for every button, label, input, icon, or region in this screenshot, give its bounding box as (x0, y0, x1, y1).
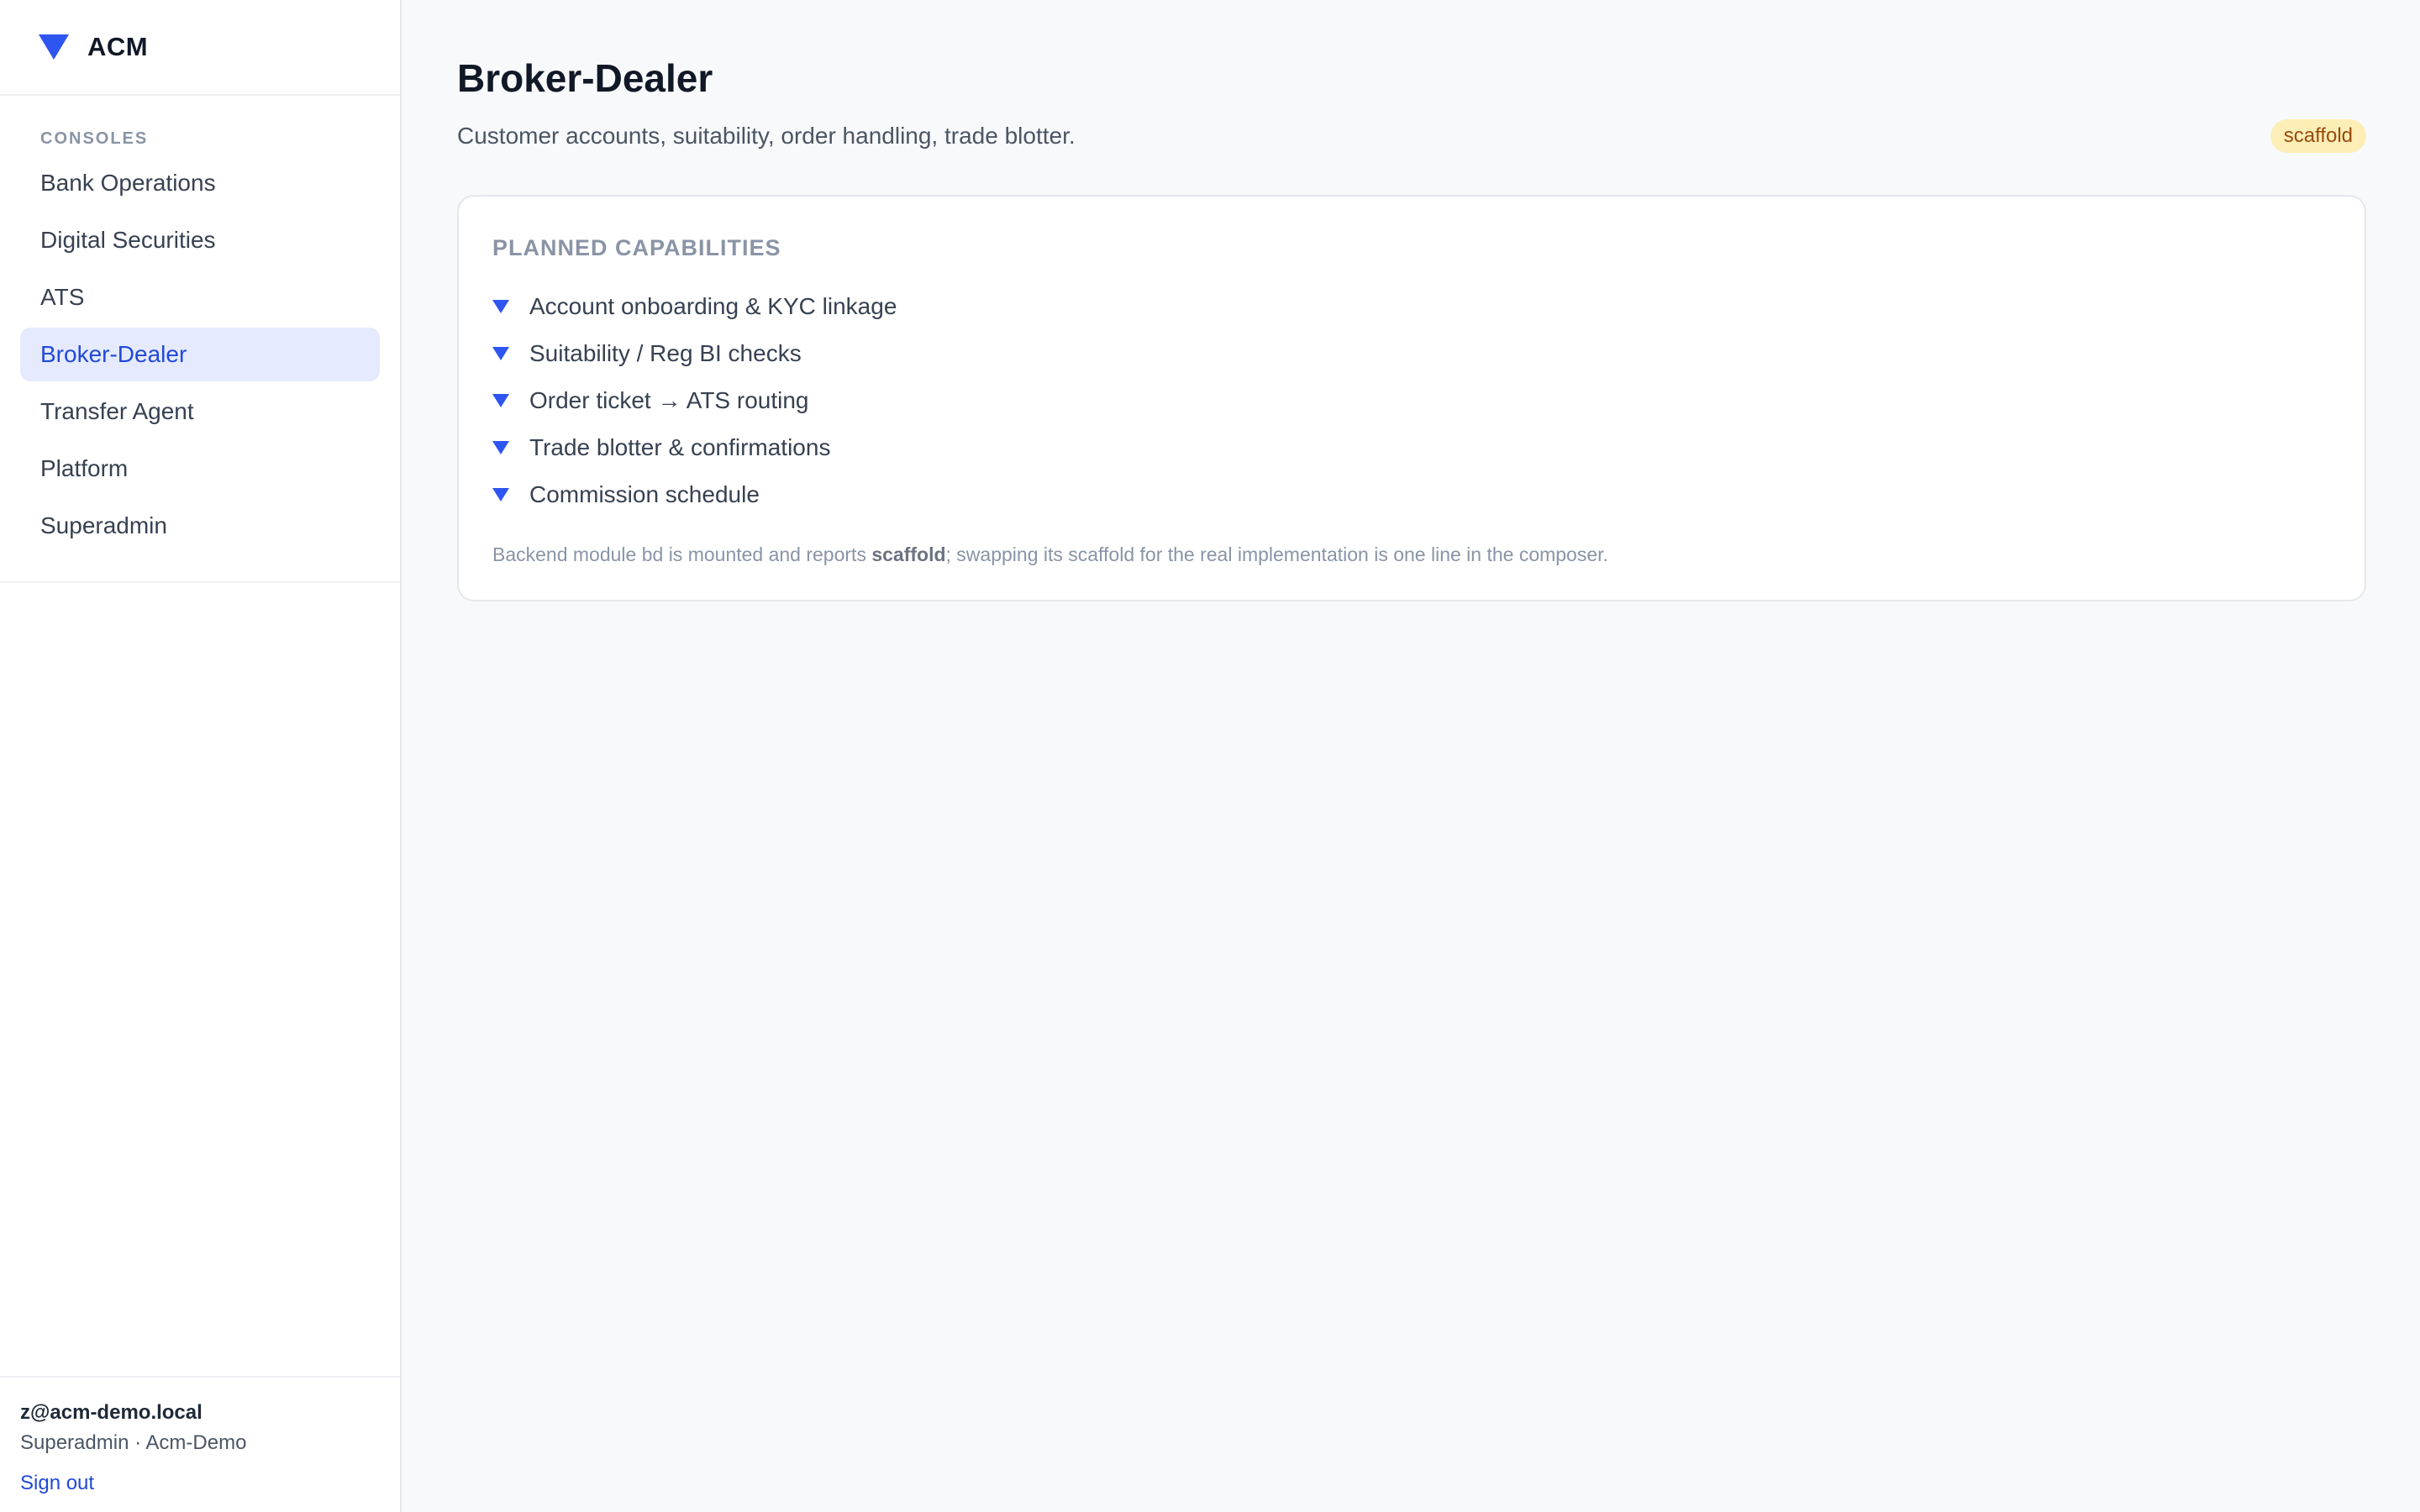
capability-list: Account onboarding & KYC linkage Suitabi… (492, 283, 2331, 518)
nav-heading: CONSOLES (40, 129, 149, 148)
sign-out-link[interactable]: Sign out (20, 1472, 94, 1495)
note-prefix: Backend module bd is mounted and reports (492, 543, 872, 565)
sidebar-item-label: Superadmin (40, 512, 167, 538)
list-item: Account onboarding & KYC linkage (492, 283, 2331, 330)
note-suffix: ; swapping its scaffold for the real imp… (945, 543, 1608, 565)
brand[interactable]: ACM (0, 0, 400, 96)
main-content: Broker-Dealer Customer accounts, suitabi… (402, 0, 2420, 1512)
list-item: Suitability / Reg BI checks (492, 330, 2331, 377)
list-item: Order ticket → ATS routing (492, 377, 2331, 424)
app-root: ACM CONSOLES Bank Operations Digital Sec… (0, 0, 2420, 1512)
triangle-bullet-icon (492, 441, 509, 454)
sidebar-item-label: Digital Securities (40, 227, 216, 253)
card-note: Backend module bd is mounted and reports… (492, 543, 2331, 566)
note-bold: scaffold (871, 543, 946, 565)
sidebar-nav: CONSOLES Bank Operations Digital Securit… (0, 96, 400, 583)
capability-label: Account onboarding & KYC linkage (529, 293, 897, 319)
capability-label: Order ticket → ATS routing (529, 387, 809, 413)
triangle-down-icon (39, 34, 69, 60)
sidebar-item-ats[interactable]: ATS (20, 270, 380, 324)
sidebar-item-label: Broker-Dealer (40, 341, 187, 367)
capabilities-card: PLANNED CAPABILITIES Account onboarding … (457, 195, 2366, 601)
user-panel: z@acm-demo.local Superadmin · Acm-Demo S… (0, 1376, 400, 1512)
sidebar-item-bank-operations[interactable]: Bank Operations (20, 156, 380, 210)
list-item: Trade blotter & confirmations (492, 424, 2331, 471)
capability-label: Trade blotter & confirmations (529, 434, 831, 460)
brand-name: ACM (87, 32, 149, 61)
sidebar-item-transfer-agent[interactable]: Transfer Agent (20, 385, 380, 438)
triangle-bullet-icon (492, 394, 509, 407)
user-role: Superadmin · Acm-Demo (20, 1431, 247, 1454)
sidebar-item-platform[interactable]: Platform (20, 442, 380, 496)
capability-label: Suitability / Reg BI checks (529, 340, 802, 366)
card-title: PLANNED CAPABILITIES (492, 235, 781, 260)
sidebar-item-digital-securities[interactable]: Digital Securities (20, 213, 380, 267)
triangle-bullet-icon (492, 347, 509, 360)
capability-label: Commission schedule (529, 481, 760, 507)
triangle-bullet-icon (492, 300, 509, 313)
page-subtitle: Customer accounts, suitability, order ha… (457, 123, 1076, 149)
subtitle-row: Customer accounts, suitability, order ha… (457, 119, 2366, 153)
triangle-bullet-icon (492, 488, 509, 501)
list-item: Commission schedule (492, 471, 2331, 518)
sidebar-item-label: ATS (40, 284, 85, 310)
sidebar-item-label: Platform (40, 455, 129, 481)
sidebar-item-label: Bank Operations (40, 170, 216, 196)
sidebar-item-superadmin[interactable]: Superadmin (20, 499, 380, 553)
sidebar-item-label: Transfer Agent (40, 398, 194, 424)
sidebar-item-broker-dealer[interactable]: Broker-Dealer (20, 328, 380, 381)
status-badge: scaffold (2270, 119, 2366, 153)
user-email: z@acm-demo.local (20, 1401, 203, 1424)
page-title: Broker-Dealer (457, 56, 713, 100)
sidebar: ACM CONSOLES Bank Operations Digital Sec… (0, 0, 402, 1512)
